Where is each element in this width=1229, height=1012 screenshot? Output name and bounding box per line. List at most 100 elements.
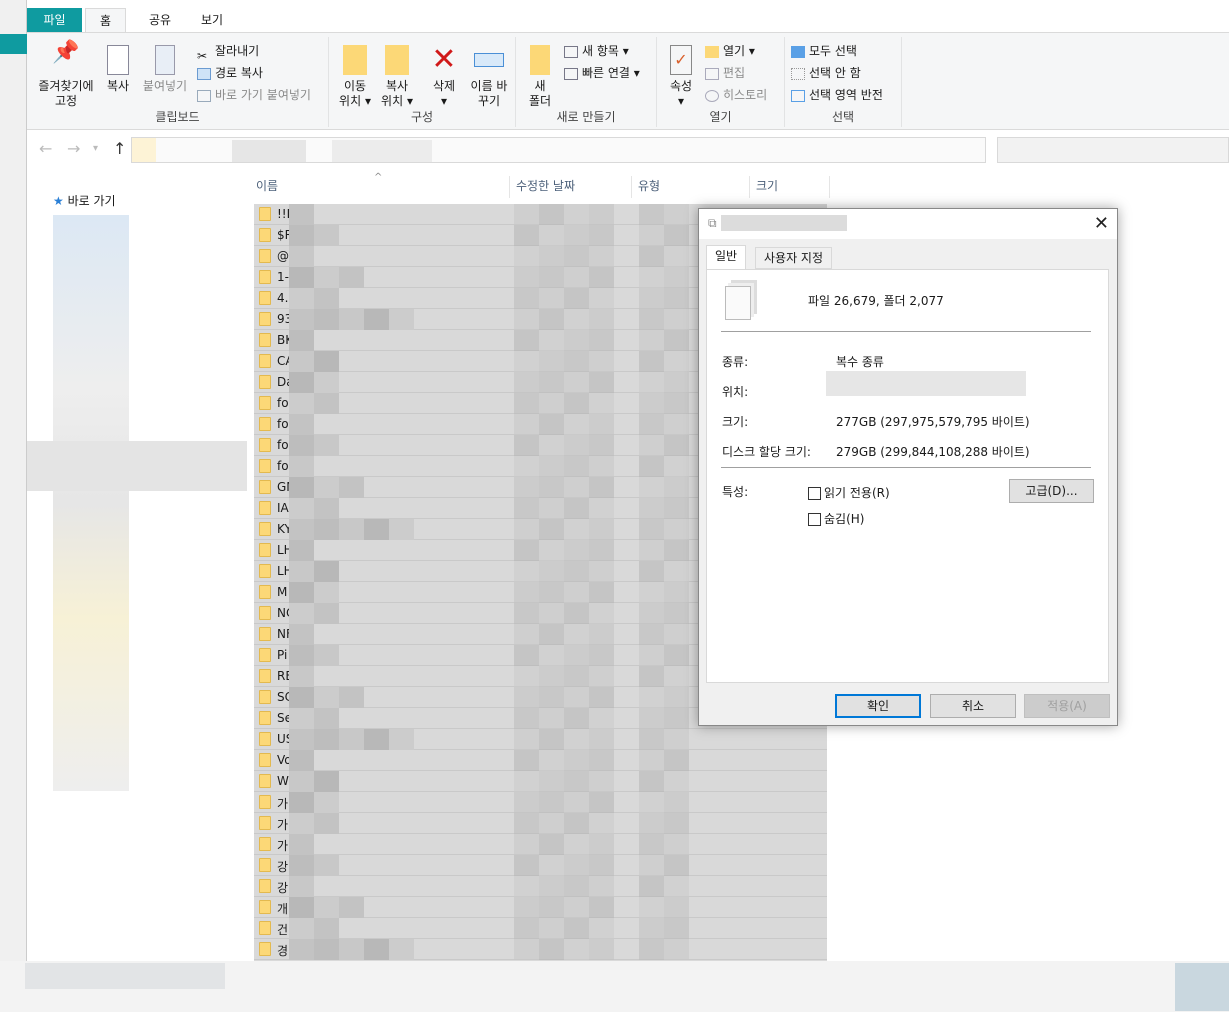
blurred-cell	[514, 498, 539, 519]
blurred-cell	[639, 204, 664, 225]
file-row[interactable]: W	[254, 771, 827, 792]
easy-access-button[interactable]: 빠른 연결 ▾	[564, 63, 640, 83]
new-item-button[interactable]: 새 항목 ▾	[564, 41, 629, 61]
file-row[interactable]: 개	[254, 897, 827, 918]
folder-icon	[259, 879, 271, 893]
blurred-cell	[539, 561, 564, 582]
paste-button[interactable]: 붙여넣기	[139, 45, 191, 94]
up-arrow-icon[interactable]: ↑	[113, 139, 126, 158]
cancel-button[interactable]: 취소	[930, 694, 1016, 718]
search-input[interactable]	[997, 137, 1229, 163]
blurred-cell	[514, 687, 539, 708]
blurred-cell	[664, 288, 689, 309]
folder-icon	[259, 816, 271, 830]
blurred-cell	[539, 204, 564, 225]
new-folder-button[interactable]: 새 폴더	[522, 45, 558, 109]
file-row[interactable]: 건	[254, 918, 827, 939]
paste-shortcut-button[interactable]: 바로 가기 붙여넣기	[197, 85, 311, 105]
blurred-cell	[514, 414, 539, 435]
rename-button[interactable]: 이름 바꾸기	[467, 45, 511, 109]
advanced-button[interactable]: 고급(D)...	[1009, 479, 1094, 503]
tab-customize[interactable]: 사용자 지정	[755, 247, 833, 269]
folder-icon	[259, 312, 271, 326]
blurred-name	[314, 498, 339, 519]
column-modified[interactable]: 수정한 날짜	[510, 176, 632, 198]
file-row[interactable]: 강	[254, 855, 827, 876]
edit-button[interactable]: 편집	[705, 63, 745, 83]
select-all-button[interactable]: 모두 선택	[791, 41, 857, 61]
select-none-button[interactable]: 선택 안 함	[791, 63, 861, 83]
folder-icon	[259, 606, 271, 620]
status-bar	[0, 961, 1229, 1012]
file-row[interactable]: 가	[254, 813, 827, 834]
hidden-checkbox[interactable]: 숨김(H)	[808, 510, 864, 527]
blurred-cell	[639, 603, 664, 624]
tab-file[interactable]: 파일	[27, 8, 82, 32]
blurred-cell	[589, 876, 614, 897]
blurred-cell	[589, 834, 614, 855]
file-row[interactable]: US	[254, 729, 827, 750]
copy-button[interactable]: 복사	[103, 45, 133, 94]
blurred-name	[314, 792, 339, 813]
blurred-cell	[589, 918, 614, 939]
folder-icon	[259, 228, 271, 242]
blurred-cell	[589, 246, 614, 267]
tab-home[interactable]: 홈	[85, 8, 127, 32]
readonly-checkbox[interactable]: 읽기 전용(R)	[808, 484, 890, 501]
blurred-cell	[639, 519, 664, 540]
blurred-cell	[514, 519, 539, 540]
blurred-cell	[564, 393, 589, 414]
open-button[interactable]: 열기 ▾	[705, 41, 755, 61]
file-row[interactable]: 강	[254, 876, 827, 897]
properties-button[interactable]: ✓ 속성 ▾	[663, 45, 699, 109]
blurred-name	[314, 645, 339, 666]
cut-button[interactable]: ✂ 잘라내기	[197, 41, 259, 63]
forward-arrow-icon[interactable]: →	[67, 139, 80, 158]
blurred-cell	[564, 498, 589, 519]
tab-general[interactable]: 일반	[706, 245, 747, 270]
move-to-button[interactable]: 이동 위치 ▾	[337, 45, 373, 109]
blurred-name	[289, 351, 314, 372]
close-icon[interactable]: ✕	[1094, 213, 1109, 234]
back-arrow-icon[interactable]: ←	[39, 139, 52, 158]
blurred-cell	[589, 813, 614, 834]
invert-selection-button[interactable]: 선택 영역 반전	[791, 85, 883, 105]
column-type[interactable]: 유형	[632, 176, 750, 198]
blurred-name	[314, 435, 339, 456]
quick-access-item[interactable]: ★ 바로 가기	[53, 192, 116, 209]
blurred-cell	[514, 666, 539, 687]
folder-icon	[259, 333, 271, 347]
copy-to-button[interactable]: 복사 위치 ▾	[379, 45, 415, 109]
blurred-cell	[564, 645, 589, 666]
file-name: 4.	[277, 291, 289, 305]
blurred-cell	[589, 435, 614, 456]
recent-chevron-icon[interactable]: ▾	[93, 143, 98, 154]
tab-share[interactable]: 공유	[135, 8, 185, 32]
column-name[interactable]: 이름 ^	[250, 172, 510, 198]
file-row[interactable]: Vo	[254, 750, 827, 771]
file-row[interactable]: 가	[254, 834, 827, 855]
blurred-cell	[664, 834, 689, 855]
delete-button[interactable]: ✕ 삭제 ▾	[427, 45, 461, 109]
file-row[interactable]: 경	[254, 939, 827, 960]
file-row[interactable]: 가	[254, 792, 827, 813]
folder-icon	[259, 627, 271, 641]
copy-path-button[interactable]: 경로 복사	[197, 63, 263, 83]
blurred-cell	[564, 792, 589, 813]
blurred-cell	[639, 687, 664, 708]
blurred-cell	[514, 204, 539, 225]
apply-button[interactable]: 적용(A)	[1024, 694, 1110, 718]
blurred-cell	[514, 267, 539, 288]
blurred-cell	[639, 792, 664, 813]
address-input[interactable]	[131, 137, 986, 163]
tab-view[interactable]: 보기	[187, 8, 237, 32]
blurred-cell	[514, 288, 539, 309]
ok-button[interactable]: 확인	[835, 694, 921, 718]
blurred-name	[314, 393, 339, 414]
history-button[interactable]: 히스토리	[705, 85, 767, 105]
pin-button[interactable]: 📌 즐겨찾기에 고정	[33, 42, 99, 109]
blurred-cell	[664, 792, 689, 813]
blurred-cell	[564, 624, 589, 645]
blurred-cell	[589, 540, 614, 561]
column-size[interactable]: 크기	[750, 176, 830, 198]
